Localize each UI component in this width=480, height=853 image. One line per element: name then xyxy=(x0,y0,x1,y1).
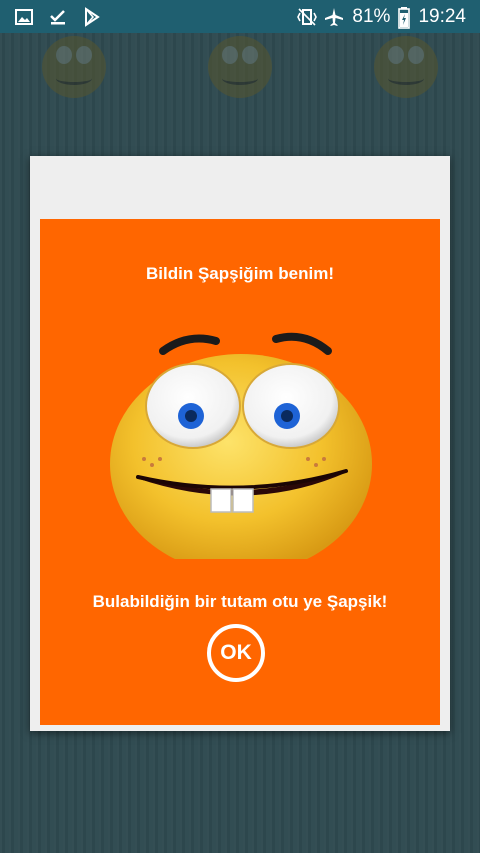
smiley-illustration xyxy=(108,309,378,574)
status-bar: 81% 19:24 xyxy=(0,0,480,33)
vibrate-icon xyxy=(296,7,318,27)
dialog-title: Bildin Şapşiğim benim! xyxy=(146,264,334,283)
dialog-panel: Bildin Şapşiğim benim! Bulabildiğin bir … xyxy=(40,219,440,725)
clock: 19:24 xyxy=(418,5,466,27)
dialog-message: Bulabildiğin bir tutam otu ye Şapşik! xyxy=(92,592,388,611)
airplane-mode-icon xyxy=(324,7,344,27)
battery-percent: 81% xyxy=(352,5,391,27)
dialog: Bildin Şapşiğim benim! Bulabildiğin bir … xyxy=(30,156,450,731)
background-smiley xyxy=(208,36,272,98)
play-store-icon xyxy=(82,6,102,27)
image-notification-icon xyxy=(14,7,34,27)
ok-button[interactable]: OK xyxy=(207,624,265,682)
background-smiley xyxy=(42,36,106,98)
background-smiley xyxy=(374,36,438,98)
download-done-icon xyxy=(48,7,68,27)
battery-charging-icon xyxy=(398,6,411,29)
